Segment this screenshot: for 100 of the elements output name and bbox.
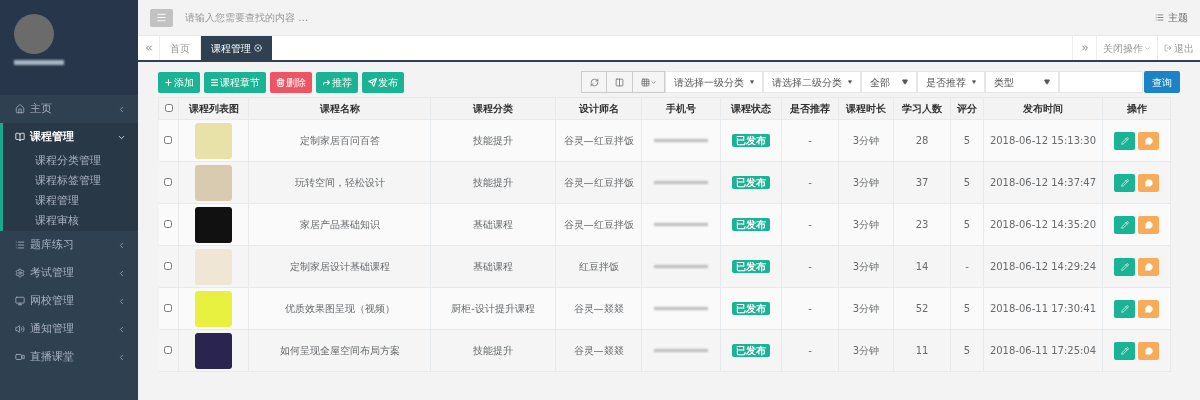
- column-header: 课程名称: [248, 97, 431, 120]
- columns-button[interactable]: [607, 71, 633, 93]
- toolbar-button[interactable]: 删除: [270, 71, 312, 93]
- table-cell: 谷灵—红豆拌饭: [555, 203, 642, 246]
- toolbar-button[interactable]: 添加: [158, 71, 200, 93]
- table-cell: 5: [950, 161, 984, 204]
- list-icon: [1155, 13, 1164, 22]
- column-header: 课程分类: [430, 97, 556, 120]
- select-field[interactable]: 是否推荐: [917, 71, 985, 93]
- table-cell: 2018-06-11 17:25:04: [983, 329, 1103, 372]
- tab[interactable]: 课程管理: [201, 36, 272, 60]
- select-field[interactable]: 请选择一级分类: [665, 71, 763, 93]
- toolbar-button[interactable]: 推荐: [316, 71, 358, 93]
- edit-icon: [1120, 304, 1129, 313]
- table-cell: 基础课程: [430, 203, 556, 246]
- table-cell: 家居产品基础知识: [248, 203, 431, 246]
- table-cell: -: [781, 161, 839, 204]
- table-cell: 谷灵—燚燚: [555, 329, 642, 372]
- chevron-left-icon: [117, 324, 126, 334]
- chevron-left-icon: [117, 240, 126, 250]
- sidebar-item[interactable]: 通知管理: [3, 315, 138, 343]
- column-header: 课程列表图: [178, 97, 249, 120]
- select-field[interactable]: 全部: [861, 71, 917, 93]
- keyword-field[interactable]: [1059, 71, 1143, 93]
- select-field[interactable]: 请选择二级分类: [763, 71, 861, 93]
- list-icon: [210, 77, 219, 87]
- table-cell: 14: [893, 245, 951, 288]
- table-cell: 5: [950, 203, 984, 246]
- toolbar-button[interactable]: 课程章节: [204, 71, 266, 93]
- caret-icon: [649, 78, 657, 86]
- sidebar-subitem[interactable]: 课程审核: [3, 211, 138, 231]
- blurred-phone-number: [654, 265, 708, 268]
- edit-button[interactable]: [1114, 215, 1135, 234]
- sidebar-item[interactable]: 主页: [3, 95, 138, 123]
- sidebar-subitem[interactable]: 课程分类管理: [3, 151, 138, 171]
- menu-toggle-button[interactable]: [150, 8, 173, 27]
- row-checkbox[interactable]: [164, 346, 173, 354]
- theme-button[interactable]: 主题: [1155, 10, 1188, 25]
- sidebar-subitem[interactable]: 课程管理: [3, 191, 138, 211]
- search-field[interactable]: 请输入您需要查找的内容 …: [185, 10, 1155, 25]
- edit-button[interactable]: [1114, 173, 1135, 192]
- column-header: 设计师名: [555, 97, 642, 120]
- row-checkbox[interactable]: [164, 136, 173, 144]
- grid-menu-button[interactable]: [633, 71, 665, 93]
- query-button[interactable]: 查询: [1144, 71, 1180, 93]
- logout-icon: [1164, 44, 1172, 52]
- table-cell: 11: [893, 329, 951, 372]
- comment-button[interactable]: [1138, 215, 1159, 234]
- logout-button[interactable]: 退出: [1157, 36, 1200, 60]
- photo-placeholder: [195, 332, 232, 369]
- list-icon: [15, 240, 25, 250]
- sidebar-subitem[interactable]: 课程标签管理: [3, 171, 138, 191]
- select-all-checkbox[interactable]: [164, 104, 173, 112]
- comment-button[interactable]: [1138, 173, 1159, 192]
- table-cell: 定制家居百问百答: [248, 119, 431, 162]
- comment-icon: [1144, 346, 1153, 355]
- row-checkbox[interactable]: [164, 304, 173, 312]
- edit-icon: [1120, 346, 1129, 355]
- edit-button[interactable]: [1114, 131, 1135, 150]
- column-header: 课程时长: [838, 97, 894, 120]
- table-cell: 2018-06-12 14:29:24: [983, 245, 1103, 288]
- double-left-icon: [143, 43, 154, 53]
- table-cell: 28: [893, 119, 951, 162]
- comment-button[interactable]: [1138, 341, 1159, 360]
- table-cell: 3分钟: [838, 287, 894, 330]
- edit-icon: [1120, 262, 1129, 271]
- close-icon: [254, 44, 262, 52]
- table-cell: 红豆拌饭: [555, 245, 642, 288]
- row-checkbox[interactable]: [164, 178, 173, 186]
- comment-button[interactable]: [1138, 257, 1159, 276]
- avatar: [14, 14, 54, 54]
- home-icon: [15, 104, 25, 114]
- edit-button[interactable]: [1114, 341, 1135, 360]
- table-cell: -: [781, 119, 839, 162]
- sidebar-item[interactable]: 课程管理: [3, 123, 138, 151]
- comment-button[interactable]: [1138, 299, 1159, 318]
- caret-icon: [972, 79, 976, 85]
- sidebar-item[interactable]: 网校管理: [3, 287, 138, 315]
- edit-button[interactable]: [1114, 299, 1135, 318]
- toolbar-button[interactable]: 发布: [362, 71, 404, 93]
- table-cell: 37: [893, 161, 951, 204]
- chevron-left-icon: [117, 268, 126, 278]
- row-checkbox[interactable]: [164, 262, 173, 270]
- select-field[interactable]: 类型: [985, 71, 1059, 93]
- blurred-phone-number: [654, 307, 708, 310]
- close-operations-button[interactable]: 关闭操作: [1096, 36, 1157, 60]
- sidebar-item[interactable]: 考试管理: [3, 259, 138, 287]
- caret-icon: [1144, 44, 1151, 52]
- table-cell: 3分钟: [838, 203, 894, 246]
- refresh-button[interactable]: [581, 71, 607, 93]
- sidebar-item[interactable]: 题库练习: [3, 231, 138, 259]
- table-cell: -: [781, 245, 839, 288]
- row-checkbox[interactable]: [164, 220, 173, 228]
- edit-button[interactable]: [1114, 257, 1135, 276]
- photo-placeholder: [195, 248, 232, 285]
- comment-button[interactable]: [1138, 131, 1159, 150]
- table-cell: 2018-06-12 15:13:30: [983, 119, 1103, 162]
- table-cell: 23: [893, 203, 951, 246]
- status-badge: 已发布: [732, 176, 770, 189]
- sidebar-item[interactable]: 直播课堂: [3, 343, 138, 371]
